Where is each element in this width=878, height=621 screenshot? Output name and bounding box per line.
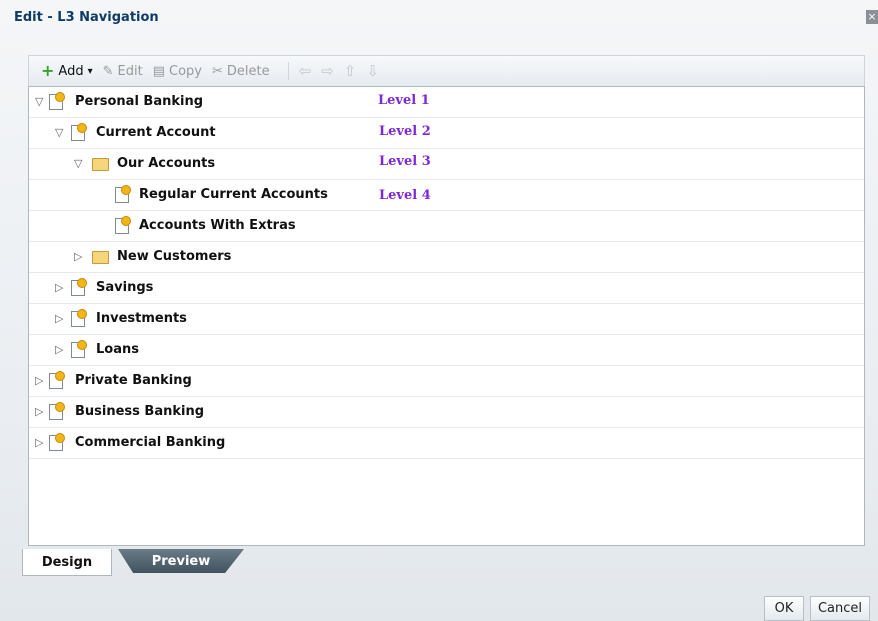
arrow-up-icon[interactable]: ⇧ xyxy=(344,62,357,80)
tree-label: Private Banking xyxy=(75,373,192,388)
tree-row-savings[interactable]: ▷ Savings xyxy=(29,273,864,304)
delete-icon: ✂ xyxy=(211,63,223,79)
tree-row-our-accounts[interactable]: ▽ Our Accounts xyxy=(29,149,864,180)
tree-label: Commercial Banking xyxy=(75,435,226,450)
close-icon[interactable]: × xyxy=(866,10,878,24)
tree-row-current-account[interactable]: ▽ Current Account xyxy=(29,118,864,149)
level-3-annotation: Level 3 xyxy=(379,154,431,169)
tree-row-investments[interactable]: ▷ Investments xyxy=(29,304,864,335)
tree-row-loans[interactable]: ▷ Loans xyxy=(29,335,864,366)
page-icon xyxy=(49,371,65,389)
expand-icon[interactable]: ▷ xyxy=(35,397,43,427)
tree-label: Savings xyxy=(96,280,154,295)
cancel-button[interactable]: Cancel xyxy=(810,596,870,621)
edit-label: Edit xyxy=(117,63,143,79)
tree-label: Accounts With Extras xyxy=(139,218,296,233)
tree-row-private-banking[interactable]: ▷ Private Banking xyxy=(29,366,864,397)
page-icon xyxy=(49,92,65,110)
tree-label: New Customers xyxy=(117,249,232,264)
copy-label: Copy xyxy=(169,63,202,79)
tree-label: Personal Banking xyxy=(75,94,204,109)
tree-label: Loans xyxy=(96,342,139,357)
toolbar-separator xyxy=(287,62,289,80)
tree-row-personal-banking[interactable]: ▽ Personal Banking xyxy=(29,87,864,118)
chevron-down-icon: ▾ xyxy=(87,65,93,77)
level-1-annotation: Level 1 xyxy=(378,93,430,108)
tree-row-new-customers[interactable]: ▷ New Customers xyxy=(29,242,864,273)
tab-preview[interactable]: Preview xyxy=(118,549,244,573)
tree-label: Business Banking xyxy=(75,404,205,419)
page-icon xyxy=(115,216,131,234)
delete-button[interactable]: ✂ Delete xyxy=(212,64,270,79)
dialog-title: Edit - L3 Navigation xyxy=(14,10,159,25)
expand-icon[interactable]: ▽ xyxy=(55,118,63,148)
expand-icon[interactable]: ▷ xyxy=(55,304,63,334)
page-icon xyxy=(71,309,87,327)
copy-icon: ▤ xyxy=(152,63,165,79)
arrow-left-icon[interactable]: ⇦ xyxy=(299,62,312,80)
edit-button[interactable]: ✎ Edit xyxy=(103,64,143,79)
arrow-down-icon[interactable]: ⇩ xyxy=(366,62,379,80)
tree-row-accounts-with-extras[interactable]: Accounts With Extras xyxy=(29,211,864,242)
tree-label: Regular Current Accounts xyxy=(139,187,328,202)
folder-icon xyxy=(92,158,109,171)
add-button[interactable]: + Add ▾ xyxy=(41,61,93,80)
expand-icon[interactable]: ▷ xyxy=(35,428,43,458)
folder-icon xyxy=(92,251,109,264)
expand-icon[interactable]: ▽ xyxy=(74,149,82,179)
tab-design[interactable]: Design xyxy=(22,549,112,576)
level-4-annotation: Level 4 xyxy=(379,188,431,203)
expand-icon[interactable]: ▽ xyxy=(35,87,43,117)
copy-button[interactable]: ▤ Copy xyxy=(153,64,202,79)
edit-navigation-dialog: Edit - L3 Navigation × + Add ▾ ✎ Edit ▤ … xyxy=(0,0,878,621)
tree-row-business-banking[interactable]: ▷ Business Banking xyxy=(29,397,864,428)
arrow-right-icon[interactable]: ⇨ xyxy=(321,62,334,80)
page-icon xyxy=(115,185,131,203)
toolbar: + Add ▾ ✎ Edit ▤ Copy ✂ Delete ⇦ ⇨ ⇧ ⇩ xyxy=(28,55,865,86)
page-icon xyxy=(49,433,65,451)
delete-label: Delete xyxy=(226,63,270,79)
tree-row-regular-current-accounts[interactable]: Regular Current Accounts xyxy=(29,180,864,211)
tree-label: Current Account xyxy=(96,125,216,140)
navigation-tree: ▽ Personal Banking ▽ Current Account ▽ O… xyxy=(28,86,865,546)
add-label: Add xyxy=(58,63,84,79)
expand-icon[interactable]: ▷ xyxy=(35,366,43,396)
page-icon xyxy=(71,340,87,358)
expand-icon[interactable]: ▷ xyxy=(55,335,63,365)
ok-button[interactable]: OK xyxy=(764,596,804,621)
pencil-icon: ✎ xyxy=(102,63,114,79)
expand-icon[interactable]: ▷ xyxy=(55,273,63,303)
expand-icon[interactable]: ▷ xyxy=(74,242,82,272)
tree-label: Investments xyxy=(96,311,187,326)
tree-label: Our Accounts xyxy=(117,156,216,171)
plus-icon: + xyxy=(41,61,55,80)
page-icon xyxy=(71,123,87,141)
page-icon xyxy=(71,278,87,296)
tree-row-commercial-banking[interactable]: ▷ Commercial Banking xyxy=(29,428,864,459)
level-2-annotation: Level 2 xyxy=(379,124,431,139)
page-icon xyxy=(49,402,65,420)
